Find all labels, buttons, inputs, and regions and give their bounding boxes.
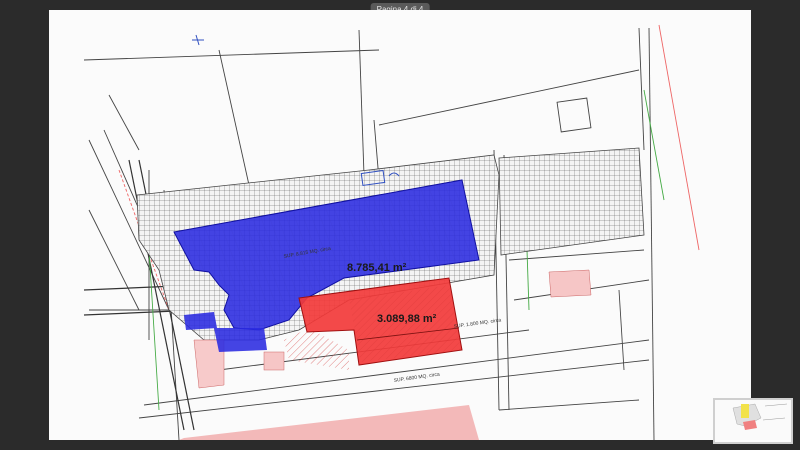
handwritten-marks xyxy=(192,34,400,187)
document-page[interactable]: SUP. 8.815 MQ. circa 8.785,41 m² 3.089,8… xyxy=(49,10,751,440)
site-plan-drawing: SUP. 8.815 MQ. circa 8.785,41 m² 3.089,8… xyxy=(83,24,700,440)
lower-small-text: SUP. 6800 MQ. circa xyxy=(393,372,440,384)
blue-area-label: 8.785,41 m² xyxy=(347,262,407,274)
page-thumbnail-icon xyxy=(715,400,791,442)
red-area-label: 3.089,88 m² xyxy=(377,313,437,325)
page-thumbnail[interactable] xyxy=(713,398,793,444)
red-area-small-text: SUP. 1.800 MQ. circa xyxy=(453,317,501,330)
